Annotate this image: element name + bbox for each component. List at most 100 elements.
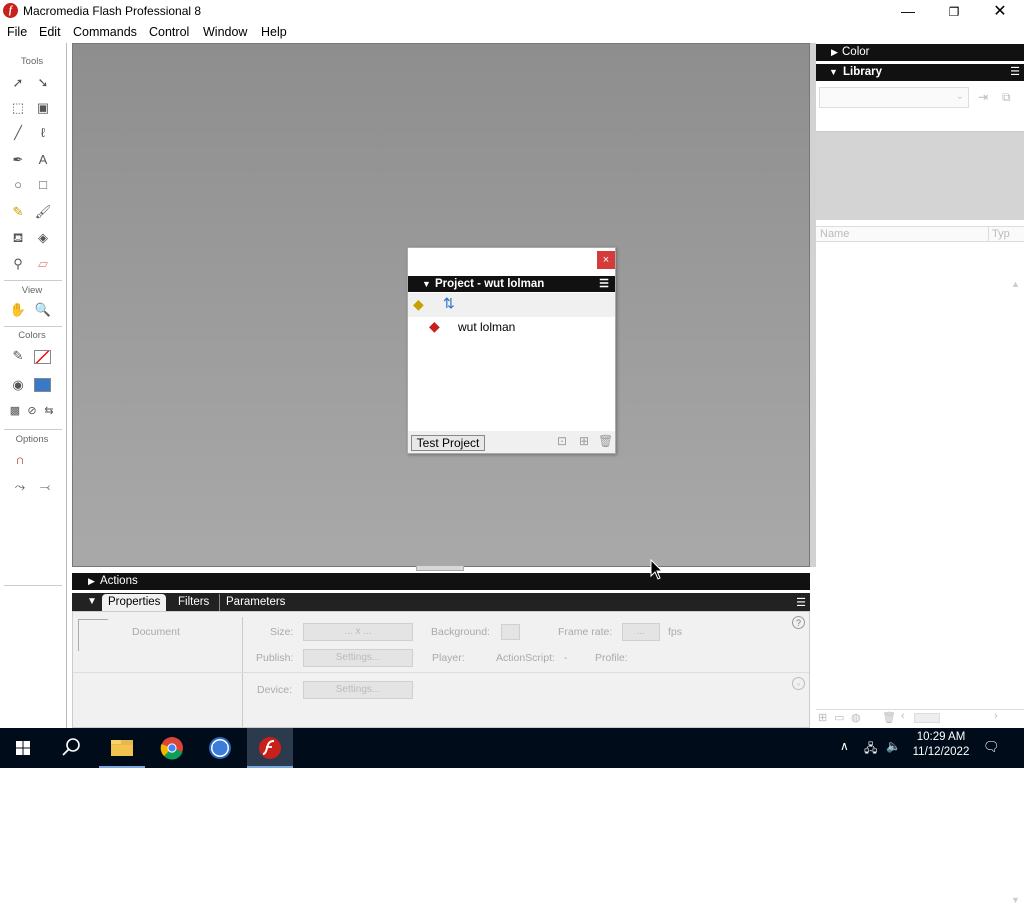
free-transform-tool-icon[interactable]: ⬚ xyxy=(7,98,29,118)
panel-menu-icon[interactable]: ☰ xyxy=(599,276,609,292)
device-settings-button[interactable]: Settings... xyxy=(303,681,413,699)
new-folder-icon[interactable]: ▭ xyxy=(834,711,844,724)
smooth-icon[interactable]: ⤳ xyxy=(9,477,31,497)
name-column-header[interactable]: Name xyxy=(820,228,849,240)
flash-taskbar-button[interactable] xyxy=(247,728,293,768)
network-icon[interactable]: 🖧 xyxy=(864,739,877,760)
panel-menu-icon[interactable]: ☰ xyxy=(1010,64,1020,81)
paint-bucket-tool-icon[interactable]: ◈ xyxy=(32,228,54,248)
pen-tool-icon[interactable]: ✒ xyxy=(7,150,29,170)
start-button[interactable] xyxy=(0,728,46,768)
type-column-header[interactable]: Typ xyxy=(992,228,1010,240)
stroke-color-swatch[interactable] xyxy=(34,350,51,364)
actionscript-label: ActionScript: xyxy=(496,652,555,664)
library-preview xyxy=(816,131,1024,220)
pin-library-icon[interactable]: ⇥ xyxy=(978,90,988,104)
library-scrollbar[interactable]: ▲ ▼ xyxy=(1009,243,1023,905)
project-icon[interactable]: ◆ xyxy=(413,296,424,313)
menu-commands[interactable]: Commands xyxy=(73,25,137,39)
fill-color-icon[interactable]: ◉ xyxy=(7,375,29,395)
line-tool-icon[interactable]: ╱ xyxy=(7,123,29,143)
ink-bottle-tool-icon[interactable]: ⛾ xyxy=(7,228,29,248)
close-icon: × xyxy=(602,254,610,266)
scroll-left-icon[interactable]: ‹ xyxy=(901,710,905,722)
ffdec-icon xyxy=(209,737,231,759)
pencil-tool-icon[interactable]: ✎ xyxy=(7,202,29,222)
stroke-color-icon[interactable]: ✎ xyxy=(7,346,29,366)
snap-magnet-icon[interactable]: ∩ xyxy=(9,450,31,470)
clock[interactable]: 10:29 AM 11/12/2022 xyxy=(908,731,974,758)
zoom-tool-icon[interactable]: 🔍 xyxy=(32,300,54,320)
menu-window[interactable]: Window xyxy=(203,25,247,39)
properties-panel-header: ▼ Properties Filters Parameters ☰ xyxy=(72,593,810,611)
ffdec-button[interactable] xyxy=(197,728,243,768)
menu-edit[interactable]: Edit xyxy=(39,25,61,39)
tab-filters[interactable]: Filters xyxy=(172,594,215,611)
sort-icon[interactable]: ⇅ xyxy=(443,295,455,312)
close-button[interactable]: ✕ xyxy=(977,0,1023,22)
eraser-tool-icon[interactable]: ▱ xyxy=(32,254,54,274)
lasso-tool-icon[interactable]: ℓ xyxy=(32,123,54,143)
selection-tool-icon[interactable]: ➚ xyxy=(7,73,29,93)
menu-help[interactable]: Help xyxy=(261,25,287,39)
eyedropper-tool-icon[interactable]: ⚲ xyxy=(7,254,29,274)
collapse-arrow-icon[interactable]: ▼ xyxy=(87,596,97,607)
expand-icon[interactable]: ◦ xyxy=(792,677,805,690)
search-button[interactable] xyxy=(48,728,94,768)
project-panel-header[interactable]: ▼ Project - wut lolman ☰ xyxy=(408,276,615,292)
project-panel: × ▼ Project - wut lolman ☰ ◆ ⇅ ◆ wut lol… xyxy=(407,247,616,454)
rectangle-tool-icon[interactable]: □ xyxy=(32,175,54,195)
show-hidden-icons-icon[interactable]: ∧ xyxy=(840,739,849,753)
scroll-up-icon: ▲ xyxy=(1011,279,1020,289)
background-color-swatch[interactable] xyxy=(501,624,520,640)
close-panel-button[interactable]: × xyxy=(597,251,615,269)
swap-colors-icon[interactable]: ⇆ xyxy=(38,401,60,421)
panel-menu-icon[interactable]: ☰ xyxy=(796,596,806,609)
new-symbol-icon[interactable]: ⊞ xyxy=(818,711,827,724)
volume-icon[interactable]: 🔈 xyxy=(886,739,901,753)
subselection-tool-icon[interactable]: ➘ xyxy=(32,73,54,93)
color-panel-header[interactable]: ▶ Color xyxy=(816,44,1024,61)
fps-label: fps xyxy=(668,626,683,638)
fill-color-swatch[interactable] xyxy=(34,378,51,392)
colors-section-label: Colors xyxy=(18,330,46,341)
frame-rate-field[interactable]: ... xyxy=(622,623,660,641)
player-label: Player: xyxy=(432,652,465,664)
scroll-down-icon: ▼ xyxy=(1011,895,1020,905)
new-folder-icon[interactable]: ⊡ xyxy=(557,434,567,448)
new-library-panel-icon[interactable]: ⧉ xyxy=(1002,90,1011,105)
scroll-right-icon[interactable]: › xyxy=(994,710,998,722)
add-file-icon[interactable]: ⊞ xyxy=(579,434,589,448)
file-explorer-button[interactable] xyxy=(99,728,145,768)
menu-file[interactable]: File xyxy=(7,25,27,39)
horizontal-scroll-thumb[interactable] xyxy=(914,713,940,723)
size-button[interactable]: ... x ... xyxy=(303,623,413,641)
tab-properties[interactable]: Properties xyxy=(102,594,167,611)
hand-tool-icon[interactable]: ✋ xyxy=(7,300,29,320)
text-tool-icon[interactable]: A xyxy=(32,150,54,170)
profile-label: Profile: xyxy=(595,652,628,664)
brush-tool-icon[interactable]: 🖌 xyxy=(32,202,54,222)
divider xyxy=(4,280,62,281)
minimize-button[interactable]: — xyxy=(885,0,931,22)
trash-icon[interactable]: 🗑 xyxy=(882,711,896,724)
actions-panel-header[interactable]: ▶ Actions xyxy=(72,573,810,590)
straighten-icon[interactable]: ⤙ xyxy=(34,477,56,497)
help-icon[interactable]: ? xyxy=(792,616,805,629)
publish-settings-button[interactable]: Settings... xyxy=(303,649,413,667)
chrome-button[interactable] xyxy=(149,728,195,768)
test-project-button[interactable]: Test Project xyxy=(411,435,485,451)
library-panel-header[interactable]: ▼ Library ☰ xyxy=(816,64,1024,81)
gradient-transform-tool-icon[interactable]: ▣ xyxy=(32,98,54,118)
library-document-select[interactable]: ⌄ xyxy=(819,87,969,108)
project-toolbar: ◆ ⇅ xyxy=(408,293,615,317)
tab-parameters[interactable]: Parameters xyxy=(219,594,291,611)
trash-icon[interactable]: 🗑 xyxy=(598,434,613,448)
project-item[interactable]: wut lolman xyxy=(458,320,515,334)
notification-icon[interactable]: 🗨 xyxy=(983,739,1000,755)
menu-control[interactable]: Control xyxy=(149,25,189,39)
properties-icon[interactable]: ◍ xyxy=(851,711,861,724)
panel-collapse-handle[interactable] xyxy=(416,565,464,571)
oval-tool-icon[interactable]: ○ xyxy=(7,175,29,195)
restore-button[interactable]: ❐ xyxy=(931,0,977,22)
